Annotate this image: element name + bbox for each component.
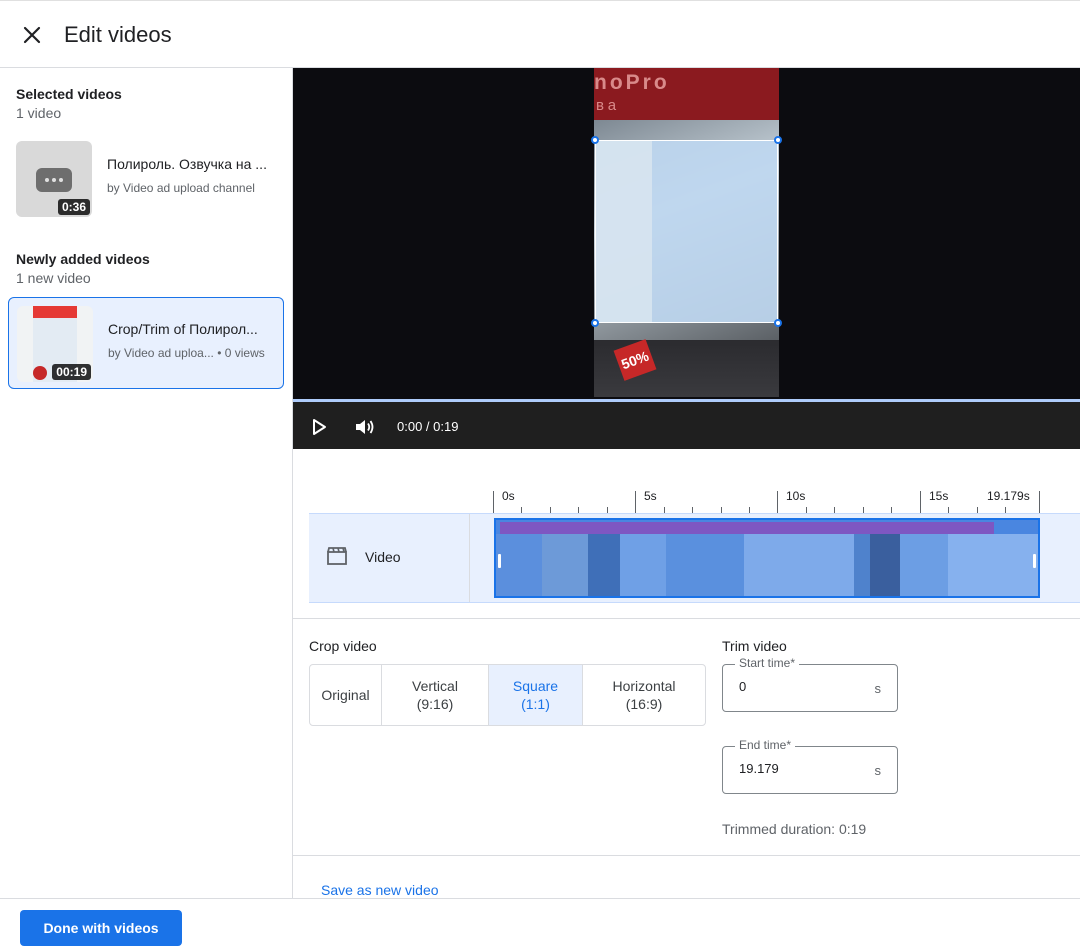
selected-video-card[interactable]: 0:36 Полироль. Озвучка на ... by Video a… (8, 133, 284, 225)
crop-option-horizontal[interactable]: Horizontal (16:9) (583, 665, 705, 725)
save-as-new-video-link[interactable]: Save as new video (321, 882, 439, 898)
track-label: Video (309, 514, 470, 602)
crop-selection-box[interactable] (595, 140, 778, 323)
header-bar: Edit videos (0, 0, 1080, 68)
new-video-card[interactable]: 00:19 Crop/Trim of Полирол... by Video a… (8, 297, 284, 389)
timeline-area: 0s 5s 10s 15s 19.179s Video (293, 449, 1080, 619)
video-meta: by Video ad upload channel (107, 181, 255, 195)
done-with-videos-button[interactable]: Done with videos (20, 910, 182, 946)
audio-waveform-bar (500, 522, 994, 534)
tick-label-end: 19.179s (987, 489, 1030, 503)
duration-badge: 00:19 (52, 364, 91, 380)
placeholder-icon (36, 168, 72, 192)
time-readout: 0:00 / 0:19 (397, 419, 459, 434)
end-time-unit: s (874, 763, 882, 778)
video-thumbnail: 00:19 (17, 306, 93, 382)
video-meta: by Video ad uploa... • 0 views (108, 346, 265, 360)
footer-bar: Done with videos (0, 898, 1080, 951)
end-time-field[interactable]: End time* s (722, 738, 898, 794)
video-title: Полироль. Озвучка на ... (107, 156, 267, 172)
selected-videos-count: 1 video (16, 105, 62, 121)
video-clip[interactable] (494, 518, 1040, 598)
crop-handle-bottom-left[interactable] (591, 319, 599, 327)
track-label-text: Video (365, 549, 401, 565)
page-title: Edit videos (64, 22, 172, 47)
new-videos-count: 1 new video (16, 270, 91, 286)
crop-option-square[interactable]: Square (1:1) (489, 665, 583, 725)
timeline-ruler: 0s 5s 10s 15s 19.179s (493, 487, 1041, 515)
video-thumbnail: 0:36 (16, 141, 92, 217)
sidebar: Selected videos 1 video 0:36 Полироль. О… (0, 68, 293, 898)
clip-end-handle[interactable] (1033, 554, 1036, 568)
video-title: Crop/Trim of Полирол... (108, 321, 258, 337)
start-time-unit: s (874, 681, 882, 696)
tick-label-5s: 5s (644, 489, 657, 503)
crop-option-original[interactable]: Original (310, 665, 382, 725)
tick-label-0s: 0s (502, 489, 515, 503)
close-icon[interactable] (20, 23, 44, 47)
start-time-input[interactable] (739, 679, 859, 694)
crop-option-vertical[interactable]: Vertical (9:16) (382, 665, 489, 725)
end-time-label: End time* (735, 738, 796, 752)
video-player[interactable]: noPro ва 50% 0:00 / 0:19 (293, 68, 1080, 449)
new-videos-heading: Newly added videos (16, 251, 150, 267)
crop-handle-bottom-right[interactable] (774, 319, 782, 327)
player-controls: 0:00 / 0:19 (293, 399, 1080, 449)
clapperboard-icon (327, 547, 347, 570)
clip-start-handle[interactable] (498, 554, 501, 568)
overlay-text-sub: ва (596, 97, 621, 114)
crop-options: Original Vertical (9:16) Square (1:1) Hori… (309, 664, 706, 726)
start-time-field[interactable]: Start time* s (722, 656, 898, 712)
selected-videos-heading: Selected videos (16, 86, 122, 102)
tick-label-15s: 15s (929, 489, 949, 503)
video-track: Video (309, 513, 1080, 603)
edit-panel: Crop video Original Vertical (9:16) Squar… (293, 620, 1080, 856)
crop-heading: Crop video (309, 638, 377, 654)
start-time-label: Start time* (735, 656, 800, 670)
play-icon[interactable] (308, 416, 330, 438)
crop-handle-top-left[interactable] (591, 136, 599, 144)
tick-label-10s: 10s (786, 489, 806, 503)
trimmed-duration: Trimmed duration: 0:19 (722, 821, 867, 837)
duration-badge: 0:36 (57, 199, 90, 215)
overlay-text-top: noPro (594, 71, 670, 94)
end-time-input[interactable] (739, 761, 859, 776)
trim-heading: Trim video (722, 638, 787, 654)
volume-icon[interactable] (353, 416, 375, 438)
crop-handle-top-right[interactable] (774, 136, 782, 144)
